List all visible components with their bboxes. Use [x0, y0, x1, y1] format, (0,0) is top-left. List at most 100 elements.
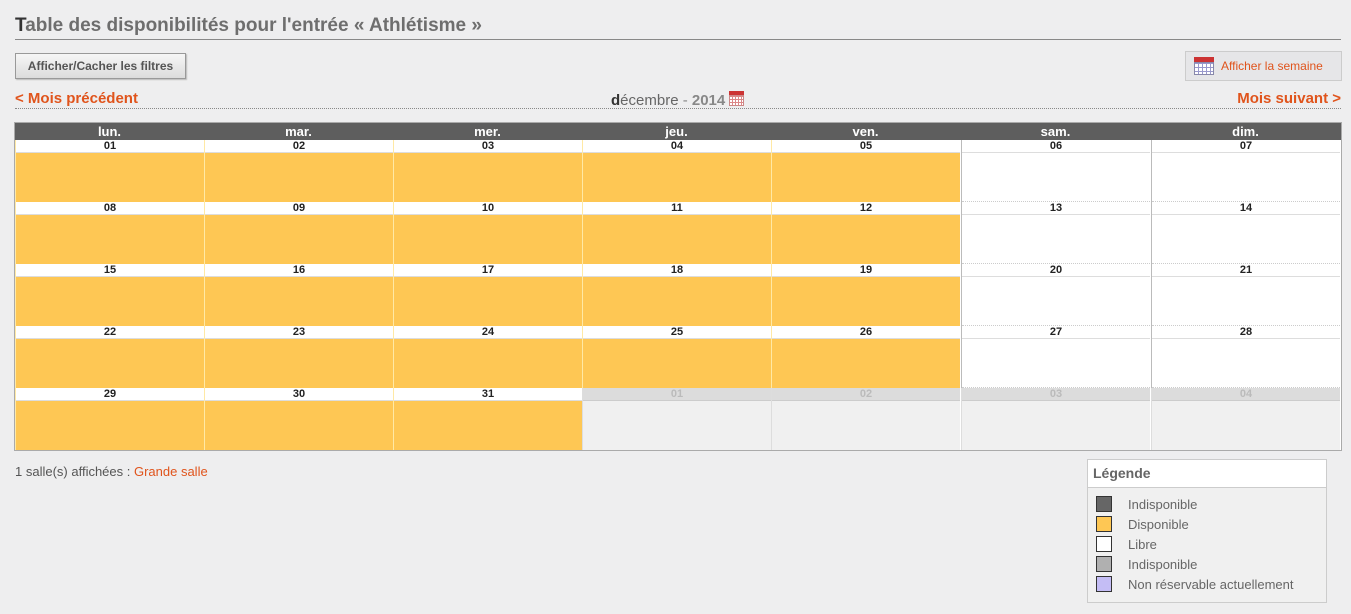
legend-item: Disponible	[1096, 514, 1189, 534]
availability-slot[interactable]	[205, 339, 393, 388]
day-number: 29	[16, 388, 204, 401]
availability-slot[interactable]	[583, 277, 771, 326]
availability-slot[interactable]	[394, 215, 582, 264]
day-number: 16	[205, 264, 393, 277]
day-cell[interactable]: 21	[1151, 264, 1340, 326]
availability-slot[interactable]	[772, 215, 960, 264]
availability-slot[interactable]	[16, 277, 204, 326]
day-number: 04	[1152, 388, 1340, 401]
availability-slot[interactable]	[16, 215, 204, 264]
previous-month-link[interactable]: < Mois précédent	[15, 90, 138, 107]
availability-slot[interactable]	[772, 153, 960, 202]
month-separator: -	[678, 92, 692, 109]
day-cell[interactable]: 29	[15, 388, 204, 450]
day-cell[interactable]: 26	[771, 326, 960, 388]
legend-swatch	[1096, 496, 1112, 512]
day-cell[interactable]: 04	[582, 140, 771, 202]
legend-item: Indisponible	[1096, 494, 1197, 514]
day-number: 11	[583, 202, 771, 215]
day-cell[interactable]: 07	[1151, 140, 1340, 202]
availability-slot[interactable]	[394, 401, 582, 450]
weekday-label: mar.	[285, 124, 312, 139]
day-number: 08	[16, 202, 204, 215]
availability-slot	[962, 215, 1150, 264]
day-cell[interactable]: 15	[15, 264, 204, 326]
day-cell[interactable]: 19	[771, 264, 960, 326]
availability-slot	[1152, 277, 1340, 326]
availability-slot[interactable]	[583, 215, 771, 264]
availability-slot	[962, 153, 1150, 202]
weekday-label: mer.	[474, 124, 501, 139]
day-number: 26	[772, 326, 960, 339]
day-number: 02	[205, 140, 393, 153]
availability-slot[interactable]	[205, 215, 393, 264]
availability-slot[interactable]	[394, 277, 582, 326]
availability-slot	[772, 401, 960, 450]
day-cell[interactable]: 28	[1151, 326, 1340, 388]
availability-slot[interactable]	[583, 153, 771, 202]
availability-slot[interactable]	[205, 401, 393, 450]
day-number: 03	[394, 140, 582, 153]
day-cell: 03	[961, 388, 1150, 450]
day-cell[interactable]: 16	[204, 264, 393, 326]
legend-item: Non réservable actuellement	[1096, 574, 1293, 594]
availability-slot	[583, 401, 771, 450]
rooms-count-text: 1 salle(s) affichées :	[15, 464, 134, 479]
day-cell[interactable]: 24	[393, 326, 582, 388]
availability-slot[interactable]	[772, 277, 960, 326]
month-initial: d	[611, 92, 621, 109]
availability-slot	[962, 401, 1150, 450]
day-cell[interactable]: 31	[393, 388, 582, 450]
day-cell[interactable]: 11	[582, 202, 771, 264]
availability-slot[interactable]	[16, 153, 204, 202]
day-cell: 01	[582, 388, 771, 450]
day-cell[interactable]: 22	[15, 326, 204, 388]
availability-slot[interactable]	[772, 339, 960, 388]
day-cell[interactable]: 01	[15, 140, 204, 202]
next-month-link[interactable]: Mois suivant >	[1237, 90, 1341, 107]
day-cell[interactable]: 14	[1151, 202, 1340, 264]
day-number: 06	[962, 140, 1150, 153]
page-title-initial: T	[15, 15, 26, 36]
day-cell[interactable]: 09	[204, 202, 393, 264]
day-cell[interactable]: 20	[961, 264, 1150, 326]
day-cell[interactable]: 18	[582, 264, 771, 326]
day-cell[interactable]: 17	[393, 264, 582, 326]
day-cell[interactable]: 30	[204, 388, 393, 450]
availability-slot[interactable]	[394, 339, 582, 388]
day-cell[interactable]: 03	[393, 140, 582, 202]
legend-item: Indisponible	[1096, 554, 1197, 574]
day-cell[interactable]: 06	[961, 140, 1150, 202]
day-cell[interactable]: 08	[15, 202, 204, 264]
availability-slot[interactable]	[394, 153, 582, 202]
availability-slot[interactable]	[205, 153, 393, 202]
day-cell[interactable]: 25	[582, 326, 771, 388]
day-cell[interactable]: 23	[204, 326, 393, 388]
availability-slot	[962, 339, 1150, 388]
month-label: décembre - 2014	[611, 91, 745, 109]
availability-slot[interactable]	[16, 401, 204, 450]
day-number: 23	[205, 326, 393, 339]
availability-slot[interactable]	[16, 339, 204, 388]
availability-slot	[1152, 153, 1340, 202]
day-number: 25	[583, 326, 771, 339]
legend-title: Légende	[1088, 460, 1326, 488]
day-number: 13	[962, 202, 1150, 215]
day-cell[interactable]: 02	[204, 140, 393, 202]
day-cell[interactable]: 10	[393, 202, 582, 264]
legend-label: Indisponible	[1128, 556, 1198, 572]
date-picker-icon[interactable]	[729, 91, 745, 106]
day-cell[interactable]: 05	[771, 140, 960, 202]
rooms-summary: 1 salle(s) affichées : Grande salle	[15, 464, 208, 479]
legend-swatch	[1096, 516, 1112, 532]
day-cell[interactable]: 13	[961, 202, 1150, 264]
show-week-button[interactable]: Afficher la semaine	[1185, 51, 1342, 81]
day-cell[interactable]: 12	[771, 202, 960, 264]
room-link[interactable]: Grande salle	[134, 464, 208, 479]
legend-label: Indisponible	[1128, 496, 1198, 512]
availability-slot[interactable]	[583, 339, 771, 388]
page-title-text: able des disponibilités pour l'entrée « …	[25, 15, 482, 36]
toggle-filters-button[interactable]: Afficher/Cacher les filtres	[15, 53, 186, 79]
availability-slot[interactable]	[205, 277, 393, 326]
day-cell[interactable]: 27	[961, 326, 1150, 388]
